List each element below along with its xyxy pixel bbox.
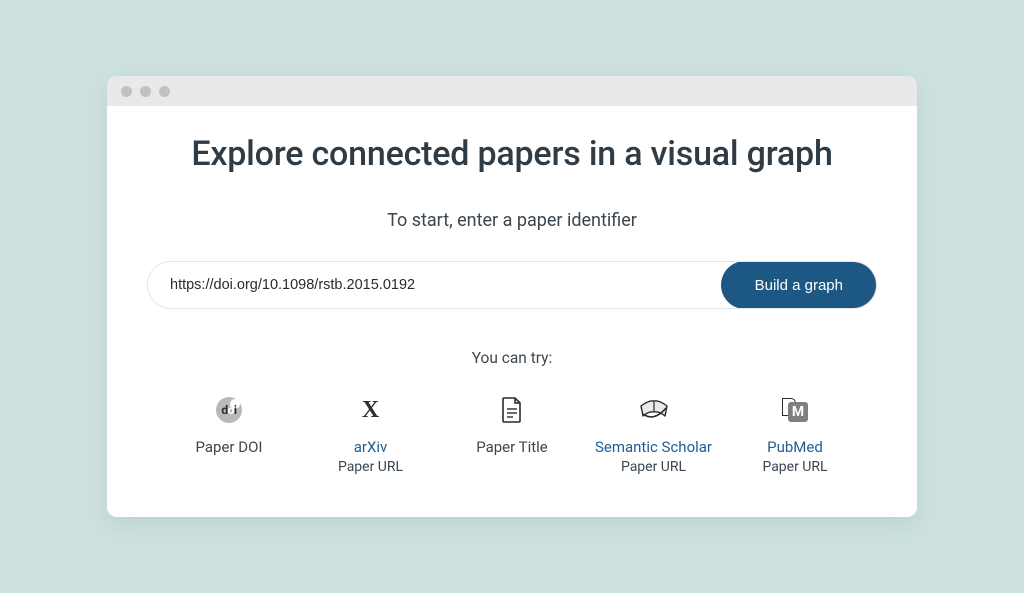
main-content: Explore connected papers in a visual gra… xyxy=(107,106,917,516)
page-heading: Explore connected papers in a visual gra… xyxy=(147,134,877,174)
window-titlebar xyxy=(107,76,917,106)
option-pubmed[interactable]: M PubMed Paper URL xyxy=(725,397,865,476)
option-paper-title[interactable]: Paper Title xyxy=(442,397,582,476)
try-label: You can try: xyxy=(147,349,877,367)
option-title: Paper DOI xyxy=(196,437,263,457)
browser-window: Explore connected papers in a visual gra… xyxy=(107,76,917,516)
option-title: Paper Title xyxy=(476,437,548,457)
identifier-options: doi Paper DOI X arXiv Paper URL xyxy=(147,397,877,476)
option-sub: Paper URL xyxy=(338,458,403,477)
window-minimize-dot[interactable] xyxy=(140,86,151,97)
arxiv-icon: X xyxy=(356,397,386,423)
option-sub: Paper URL xyxy=(621,458,686,477)
window-close-dot[interactable] xyxy=(121,86,132,97)
option-title: PubMed xyxy=(767,437,823,457)
build-graph-button[interactable]: Build a graph xyxy=(721,261,877,309)
search-row: Build a graph xyxy=(147,261,877,309)
pubmed-icon: M xyxy=(780,397,810,423)
page-subheading: To start, enter a paper identifier xyxy=(147,210,877,231)
paper-identifier-input[interactable] xyxy=(148,262,722,308)
window-maximize-dot[interactable] xyxy=(159,86,170,97)
doi-icon: doi xyxy=(214,397,244,423)
option-arxiv[interactable]: X arXiv Paper URL xyxy=(301,397,441,476)
option-semantic-scholar[interactable]: Semantic Scholar Paper URL xyxy=(584,397,724,476)
document-icon xyxy=(497,397,527,423)
option-paper-doi[interactable]: doi Paper DOI xyxy=(159,397,299,476)
semantic-scholar-icon xyxy=(639,397,669,423)
option-title: Semantic Scholar xyxy=(595,437,712,457)
option-title: arXiv xyxy=(354,437,388,457)
option-sub: Paper URL xyxy=(762,458,827,477)
